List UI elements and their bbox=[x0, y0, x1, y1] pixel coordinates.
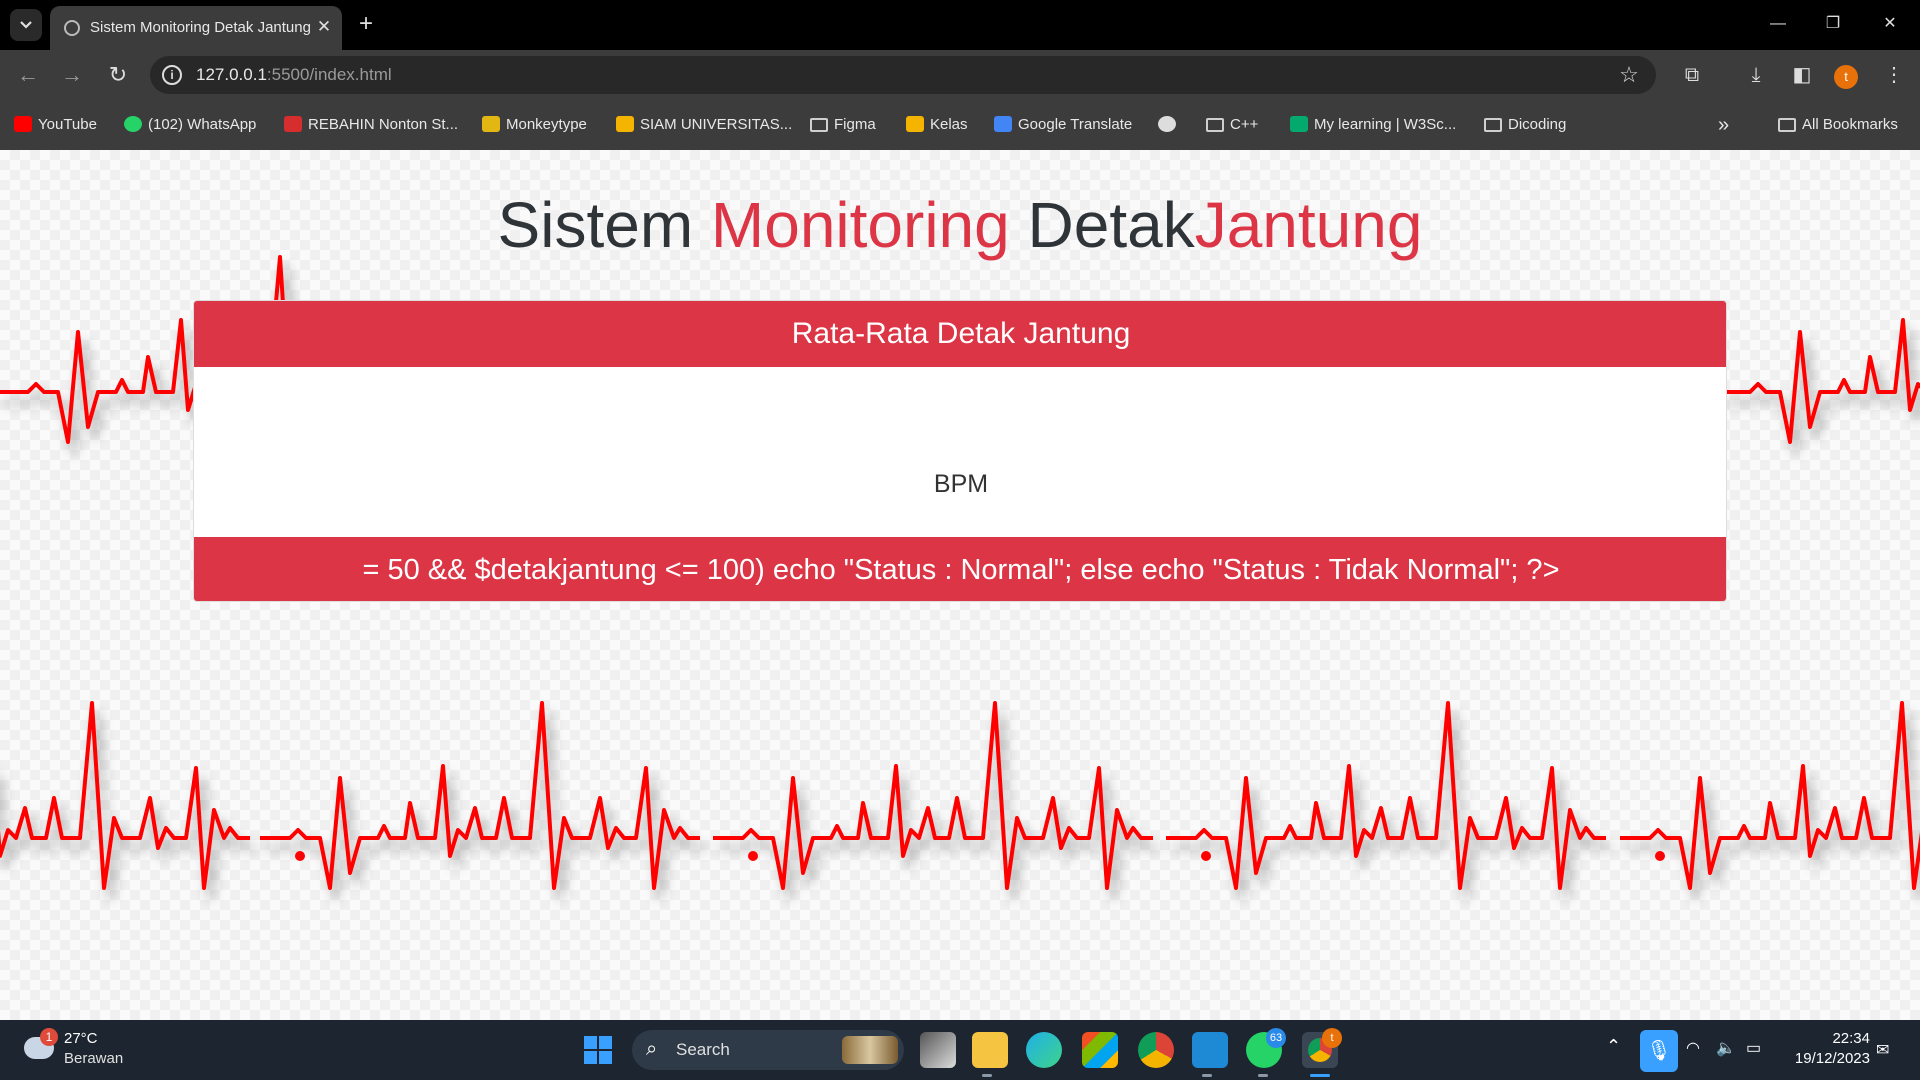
clock-time[interactable]: 22:34 bbox=[1800, 1030, 1870, 1047]
browser-toolbar: ← → ↻ i 127.0.0.1:5500/index.html ☆ ⧉ ⤓ … bbox=[0, 50, 1920, 100]
reload-button[interactable]: ↻ bbox=[102, 59, 134, 91]
taskbar-search[interactable]: ⌕ Search bbox=[632, 1030, 904, 1070]
bookmark-dicoding[interactable]: Dicoding bbox=[1484, 112, 1566, 138]
classroom-icon bbox=[906, 116, 924, 132]
ecg-wave-bottom bbox=[0, 701, 1920, 890]
bookmark-whatsapp[interactable]: (102) WhatsApp bbox=[124, 112, 256, 138]
close-window-button[interactable]: ✕ bbox=[1870, 8, 1910, 40]
app-running-indicator bbox=[982, 1074, 992, 1077]
search-highlight-image bbox=[842, 1036, 898, 1064]
globe-icon bbox=[1158, 116, 1176, 132]
taskbar: 1 27°C Berawan ⌕ Search 63 t ⌃ 🎙 ◠ 🔈 ▭ 2… bbox=[0, 1020, 1920, 1080]
page-title: Sistem Monitoring DetakJantung bbox=[497, 189, 1423, 261]
task-view-icon[interactable] bbox=[920, 1032, 956, 1068]
page-content: Sistem Monitoring DetakJantung Rata-Rata… bbox=[0, 150, 1920, 1020]
restore-button[interactable]: ❐ bbox=[1813, 8, 1853, 40]
rebahin-icon bbox=[284, 116, 302, 132]
all-bookmarks-button[interactable]: All Bookmarks bbox=[1778, 112, 1898, 138]
bookmark-cpp[interactable]: C++ bbox=[1206, 112, 1258, 138]
minimize-button[interactable]: — bbox=[1758, 8, 1798, 40]
whatsapp-badge: 63 bbox=[1266, 1028, 1286, 1048]
heart-rate-card: Rata-Rata Detak Jantung BPM = 50 && $det… bbox=[193, 300, 1727, 602]
store-icon[interactable] bbox=[1082, 1032, 1118, 1068]
side-panel-icon[interactable]: ◧ bbox=[1788, 61, 1816, 89]
address-bar[interactable]: i 127.0.0.1:5500/index.html ☆ bbox=[150, 56, 1656, 94]
chrome-profile-badge: t bbox=[1322, 1028, 1342, 1048]
forward-button[interactable]: → bbox=[56, 59, 88, 91]
menu-icon[interactable]: ⋮ bbox=[1880, 61, 1908, 89]
edge-icon[interactable] bbox=[1026, 1032, 1062, 1068]
whatsapp-icon bbox=[124, 116, 142, 132]
tab-title: Sistem Monitoring Detak Jantung bbox=[90, 19, 311, 36]
more-bookmarks-button[interactable]: » bbox=[1718, 112, 1729, 138]
battery-icon[interactable]: ▭ bbox=[1746, 1038, 1761, 1058]
monkeytype-icon bbox=[482, 116, 500, 132]
extensions-icon[interactable]: ⧉ bbox=[1678, 61, 1706, 89]
bookmark-globe[interactable] bbox=[1158, 112, 1182, 138]
folder-icon bbox=[1484, 118, 1502, 132]
weather-description[interactable]: Berawan bbox=[64, 1050, 123, 1067]
status-text: = 50 && $detakjantung <= 100) echo "Stat… bbox=[194, 537, 1726, 601]
site-info-icon[interactable]: i bbox=[162, 65, 182, 85]
bookmark-kelas[interactable]: Kelas bbox=[906, 112, 968, 138]
browser-tab[interactable]: Sistem Monitoring Detak Jantung ✕ bbox=[50, 6, 342, 50]
bpm-label: BPM bbox=[933, 470, 989, 498]
search-icon: ⌕ bbox=[646, 1038, 658, 1060]
chrome-icon[interactable] bbox=[1138, 1032, 1174, 1068]
app-running-indicator bbox=[1202, 1074, 1212, 1077]
w3schools-icon bbox=[1290, 116, 1308, 132]
weather-temperature[interactable]: 27°C bbox=[64, 1030, 98, 1047]
download-icon[interactable]: ⤓ bbox=[1742, 61, 1770, 89]
file-explorer-icon[interactable] bbox=[972, 1032, 1008, 1068]
card-body: BPM bbox=[194, 367, 1726, 537]
bookmarks-bar: YouTube (102) WhatsApp REBAHIN Nonton St… bbox=[0, 100, 1920, 150]
app-running-indicator bbox=[1258, 1074, 1268, 1077]
folder-icon bbox=[810, 118, 828, 132]
bookmark-w3schools[interactable]: My learning | W3Sc... bbox=[1290, 112, 1456, 138]
weather-badge: 1 bbox=[40, 1028, 58, 1046]
google-translate-icon bbox=[994, 116, 1012, 132]
globe-icon bbox=[64, 20, 80, 36]
card-header: Rata-Rata Detak Jantung bbox=[194, 301, 1726, 367]
bookmark-google-translate[interactable]: Google Translate bbox=[994, 112, 1132, 138]
tab-search-button[interactable] bbox=[10, 9, 42, 41]
notification-icon[interactable]: ✉ bbox=[1876, 1040, 1889, 1060]
tray-overflow-icon[interactable]: ⌃ bbox=[1606, 1036, 1621, 1057]
bookmark-monkeytype[interactable]: Monkeytype bbox=[482, 112, 587, 138]
url-text[interactable]: 127.0.0.1:5500/index.html bbox=[196, 65, 392, 85]
volume-icon[interactable]: 🔈 bbox=[1716, 1038, 1736, 1058]
bookmark-star-icon[interactable]: ☆ bbox=[1616, 62, 1642, 88]
app-active-indicator bbox=[1310, 1074, 1330, 1077]
chevron-down-icon bbox=[20, 21, 32, 29]
browser-title-bar: Sistem Monitoring Detak Jantung ✕ + — ❐ … bbox=[0, 0, 1920, 50]
new-tab-button[interactable]: + bbox=[352, 10, 380, 38]
bookmark-rebahin[interactable]: REBAHIN Nonton St... bbox=[284, 112, 458, 138]
clock-date[interactable]: 19/12/2023 bbox=[1780, 1050, 1870, 1067]
wifi-icon[interactable]: ◠ bbox=[1686, 1038, 1700, 1058]
bookmark-youtube[interactable]: YouTube bbox=[14, 112, 97, 138]
youtube-icon bbox=[14, 116, 32, 132]
microphone-icon[interactable]: 🎙 bbox=[1640, 1030, 1678, 1072]
windows-start-icon[interactable] bbox=[584, 1036, 612, 1064]
vscode-icon[interactable] bbox=[1192, 1032, 1228, 1068]
folder-icon bbox=[1778, 118, 1796, 132]
bookmark-figma[interactable]: Figma bbox=[810, 112, 876, 138]
folder-icon bbox=[1206, 118, 1224, 132]
profile-avatar[interactable]: t bbox=[1834, 65, 1858, 89]
back-button[interactable]: ← bbox=[12, 59, 44, 91]
bookmark-siam[interactable]: SIAM UNIVERSITAS... bbox=[616, 112, 792, 138]
siam-icon bbox=[616, 116, 634, 132]
tab-close-button[interactable]: ✕ bbox=[312, 15, 336, 39]
